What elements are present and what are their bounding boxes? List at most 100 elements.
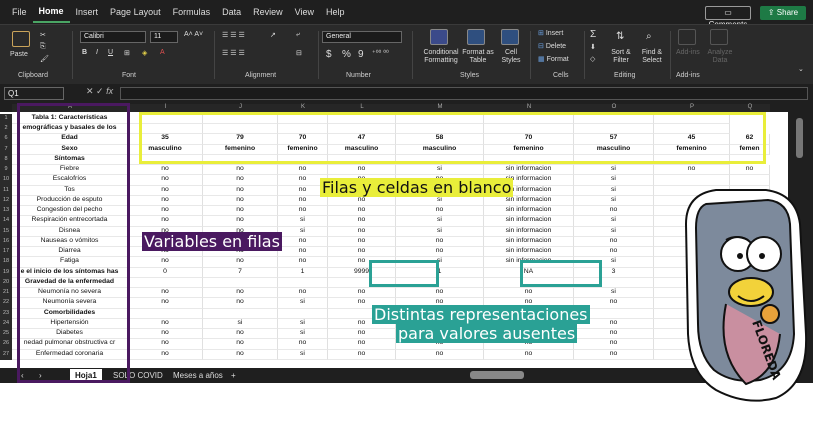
decimal-icon[interactable]: ⁺⁰⁰ ⁰⁰	[372, 49, 389, 57]
data-cell[interactable]: si	[574, 226, 654, 237]
row-number[interactable]: 24	[0, 318, 12, 330]
column-header[interactable]: O	[574, 104, 654, 112]
add-sheet-icon[interactable]: +	[226, 369, 241, 382]
clear-icon[interactable]: ◇	[590, 55, 595, 63]
tab-formulas[interactable]: Formulas	[167, 0, 217, 24]
data-cell[interactable]: no	[396, 236, 484, 248]
data-cell[interactable]: no	[128, 349, 203, 360]
row-number[interactable]: 11	[0, 185, 12, 196]
font-grow-shrink-icon[interactable]: A˄ A˅	[184, 31, 203, 38]
percent-icon[interactable]: %	[342, 49, 351, 60]
data-cell[interactable]	[203, 308, 278, 319]
column-header[interactable]: I	[128, 104, 203, 112]
data-cell[interactable]: no	[278, 195, 328, 207]
data-cell[interactable]: no	[203, 349, 278, 360]
data-cell[interactable]: no	[278, 257, 328, 268]
data-cell[interactable]: no	[328, 216, 396, 227]
data-cell[interactable]: sin informacion	[484, 165, 574, 176]
row-number[interactable]: 9	[0, 165, 12, 176]
row-number[interactable]: 12	[0, 195, 12, 207]
row-number[interactable]: 1	[0, 114, 12, 125]
data-cell[interactable]: no	[278, 236, 328, 248]
data-cell[interactable]: no	[654, 165, 730, 176]
data-cell[interactable]: no	[328, 339, 396, 350]
comments-button[interactable]: ▭ Comments	[705, 6, 751, 29]
data-cell[interactable]: no	[128, 288, 203, 299]
copy-icon[interactable]: ⎘	[40, 43, 46, 51]
data-cell[interactable]: no	[128, 216, 203, 227]
data-cell[interactable]: no	[203, 175, 278, 186]
row-number[interactable]: 22	[0, 298, 12, 309]
analyze-data-icon[interactable]	[710, 29, 728, 45]
data-cell[interactable]: no	[203, 329, 278, 340]
data-cell[interactable]: no	[278, 165, 328, 176]
column-header[interactable]: K	[278, 104, 328, 112]
paste-label[interactable]: Paste	[10, 51, 28, 58]
underline-icon[interactable]: U	[108, 49, 113, 56]
data-cell[interactable]: no	[396, 349, 484, 360]
addins-icon[interactable]	[678, 29, 696, 45]
data-cell[interactable]: no	[203, 257, 278, 268]
data-cell[interactable]: no	[396, 288, 484, 299]
data-cell[interactable]: no	[574, 329, 654, 340]
insert-cells-button[interactable]: ⊞ Insert	[538, 29, 563, 37]
data-cell[interactable]: si	[396, 195, 484, 207]
row-number[interactable]: 7	[0, 144, 12, 155]
column-header[interactable]: J	[203, 104, 278, 112]
row-number[interactable]: 2	[0, 124, 12, 135]
data-cell[interactable]: no	[278, 206, 328, 217]
data-cell[interactable]: no	[328, 236, 396, 248]
conditional-formatting-icon[interactable]	[430, 29, 448, 45]
row-number[interactable]: 6	[0, 134, 12, 145]
row-number[interactable]: 25	[0, 329, 12, 340]
data-cell[interactable]: sin informacion	[484, 236, 574, 248]
row-number[interactable]: 8	[0, 154, 12, 166]
delete-cells-button[interactable]: ⊟ Delete	[538, 42, 566, 50]
data-cell[interactable]: no	[328, 349, 396, 360]
data-cell[interactable]: si	[574, 195, 654, 207]
format-as-table-label[interactable]: Format as Table	[462, 49, 494, 65]
data-cell[interactable]: no	[396, 247, 484, 258]
data-cell[interactable]: no	[203, 288, 278, 299]
number-format-combo[interactable]: General	[322, 31, 402, 43]
data-cell[interactable]: si	[396, 226, 484, 237]
collapse-ribbon-icon[interactable]: ⌄	[798, 65, 804, 73]
row-number[interactable]: 27	[0, 349, 12, 360]
data-cell[interactable]: sin informacion	[484, 216, 574, 227]
tab-data[interactable]: Data	[216, 0, 247, 24]
data-cell[interactable]: no	[203, 216, 278, 227]
data-cell[interactable]: no	[203, 206, 278, 217]
font-color-icon[interactable]: A	[160, 49, 165, 56]
italic-icon[interactable]: I	[96, 49, 98, 56]
conditional-formatting-label[interactable]: Conditional Formatting	[418, 49, 464, 65]
data-cell[interactable]: no	[484, 349, 574, 360]
data-cell[interactable]: no	[203, 195, 278, 207]
data-cell[interactable]: no	[484, 288, 574, 299]
tab-page-layout[interactable]: Page Layout	[104, 0, 167, 24]
formula-input[interactable]	[120, 87, 808, 100]
row-number[interactable]: 18	[0, 257, 12, 268]
data-cell[interactable]: si	[278, 216, 328, 227]
bold-icon[interactable]: B	[82, 49, 87, 56]
merge-icon[interactable]: ⊟	[296, 49, 302, 57]
data-cell[interactable]: si	[203, 318, 278, 330]
data-cell[interactable]	[278, 308, 328, 319]
data-cell[interactable]: no	[328, 206, 396, 217]
data-cell[interactable]: si	[396, 165, 484, 176]
row-number[interactable]: 13	[0, 206, 12, 217]
column-header[interactable]: M	[396, 104, 484, 112]
data-cell[interactable]: no	[128, 339, 203, 350]
data-cell[interactable]: no	[328, 226, 396, 237]
data-cell[interactable]: no	[128, 298, 203, 309]
data-cell[interactable]	[203, 277, 278, 289]
sort-filter-label[interactable]: Sort & Filter	[606, 49, 636, 65]
tab-help[interactable]: Help	[320, 0, 351, 24]
data-cell[interactable]: no	[203, 165, 278, 176]
data-cell[interactable]: no	[574, 349, 654, 360]
data-cell[interactable]: no	[128, 185, 203, 196]
fill-color-icon[interactable]: ◈	[142, 49, 147, 57]
font-size-combo[interactable]: 11	[150, 31, 178, 43]
data-cell[interactable]: no	[128, 257, 203, 268]
cell-styles-icon[interactable]	[501, 29, 519, 45]
horizontal-scroll-thumb[interactable]	[470, 371, 524, 379]
